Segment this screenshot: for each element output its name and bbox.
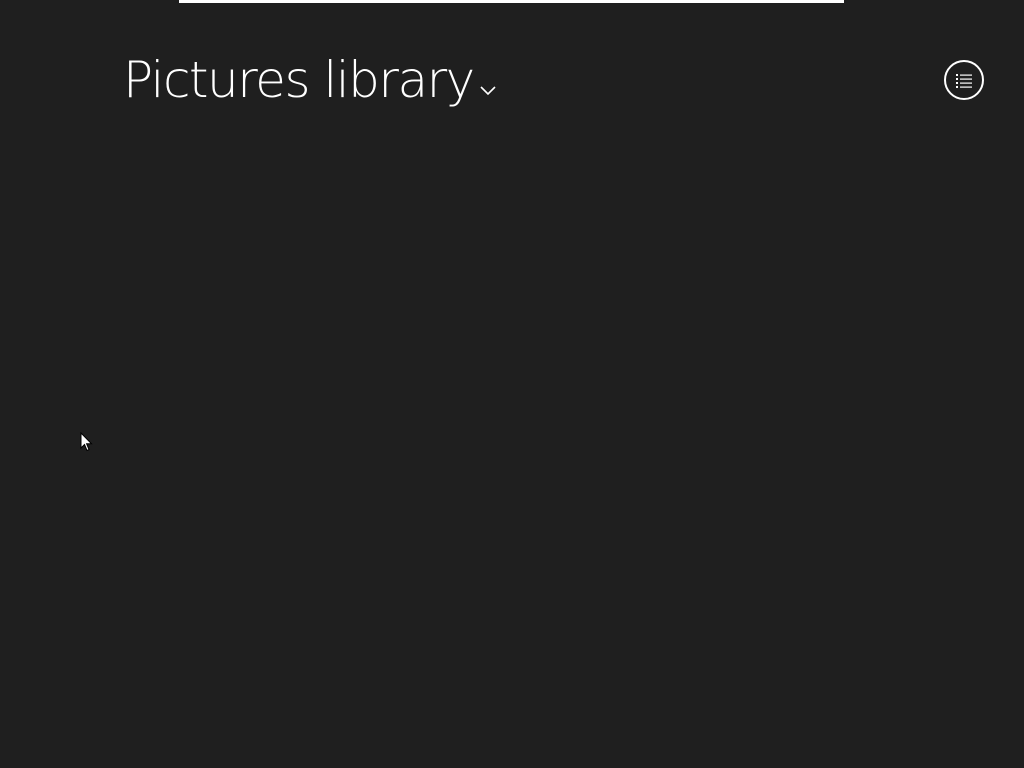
progress-bar	[179, 0, 844, 3]
library-selector[interactable]: Pictures library	[123, 48, 498, 112]
view-options-button[interactable]	[944, 60, 984, 100]
page-title: Pictures library	[123, 51, 475, 109]
pictures-app: Pictures library	[0, 0, 1024, 768]
chevron-down-icon	[480, 86, 496, 96]
list-view-icon	[956, 74, 972, 88]
mouse-cursor-icon	[80, 432, 93, 452]
